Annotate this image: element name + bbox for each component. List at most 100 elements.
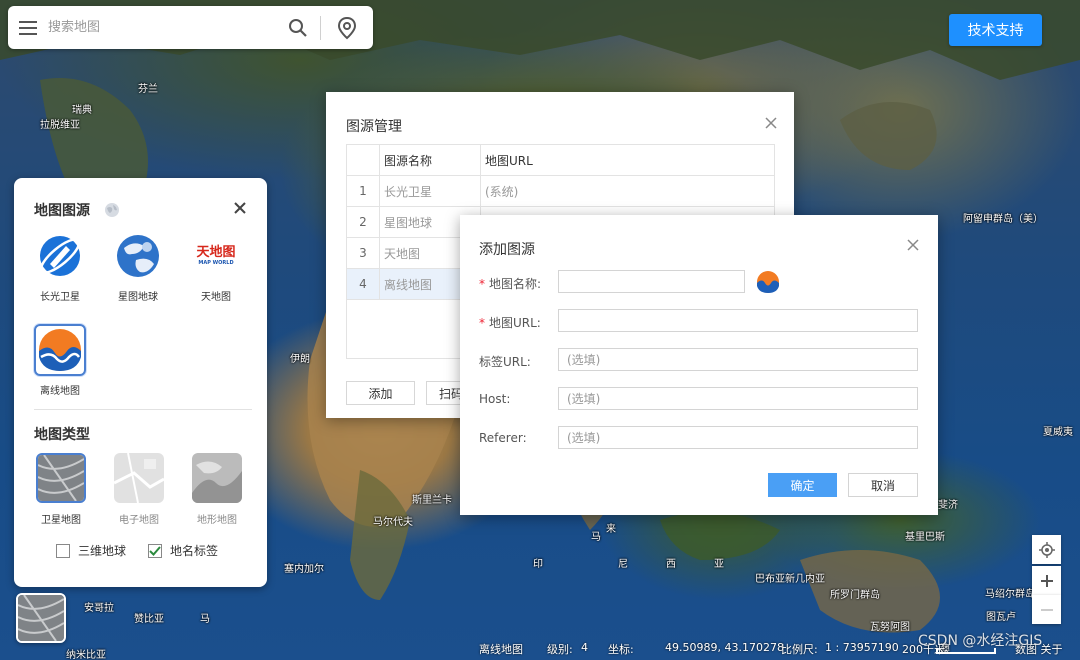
field-label-name: * 地图名称: (479, 275, 541, 292)
close-icon[interactable] (764, 116, 778, 130)
status-scale-label: 比例尺: (781, 643, 818, 656)
map-name-input[interactable] (558, 270, 745, 293)
locate-button[interactable] (1032, 535, 1061, 564)
tianditu-logo-subtext: MAP WORLD (198, 260, 234, 266)
map-label: 夏威夷 (1043, 427, 1073, 438)
map-label: 尼 (618, 559, 628, 570)
host-input[interactable] (558, 387, 918, 410)
check-icon (149, 545, 161, 556)
map-source-panel: 地图图源 长光卫星 星图地球 天地图 MAP WORLD 天地图 离线地图 地图… (14, 178, 267, 587)
map-label: 所罗门群岛 (830, 590, 880, 601)
map-label: 阿留申群岛（美） (963, 214, 1043, 225)
map-url-input[interactable] (558, 309, 918, 332)
map-label: 纳米比亚 (66, 650, 106, 660)
map-label: 安哥拉 (84, 603, 114, 614)
row-name: 长光卫星 (379, 175, 481, 207)
watermark: CSDN @水经注GIS (918, 633, 1043, 649)
row-index: 3 (346, 237, 380, 269)
map-label: 马 (200, 614, 210, 625)
menu-button[interactable] (8, 6, 48, 49)
type-label: 卫星地图 (41, 515, 81, 526)
checkbox-label: 三维地球 (78, 544, 127, 558)
satellite-icon (34, 230, 86, 282)
tianditu-logo: 天地图 MAP WORLD (190, 230, 242, 282)
search-bar (8, 6, 373, 49)
map-label: 马绍尔群岛 (985, 589, 1035, 600)
required-mark: * (479, 316, 485, 330)
panel-title: 地图图源 (34, 203, 90, 219)
close-icon[interactable] (906, 238, 920, 252)
3d-globe-checkbox[interactable]: 三维地球 (56, 542, 126, 559)
map-label: 巴布亚新几内亚 (755, 574, 825, 585)
table-header: 图源名称 地图URL (346, 144, 775, 176)
globe-icon (105, 203, 119, 217)
source-tile-offline[interactable]: 离线地图 (32, 324, 88, 397)
cancel-button[interactable]: 取消 (848, 473, 918, 497)
map-type-title: 地图类型 (34, 427, 90, 443)
checkbox-label: 地名标签 (170, 544, 219, 558)
source-tile-tianditu[interactable]: 天地图 MAP WORLD 天地图 (188, 230, 244, 303)
satellite-thumb (18, 595, 64, 641)
map-label: 图瓦卢 (986, 612, 1016, 623)
close-icon[interactable] (232, 200, 248, 216)
hamburger-icon (19, 20, 37, 35)
map-label: 来 (606, 524, 616, 535)
table-row[interactable]: 1 长光卫星 (系统) (346, 175, 775, 207)
source-label: 长光卫星 (40, 292, 80, 303)
referer-input[interactable] (558, 426, 918, 449)
source-tile-changguang[interactable]: 长光卫星 (32, 230, 88, 303)
offline-map-icon[interactable] (756, 270, 780, 294)
map-label: 亚 (714, 559, 724, 570)
status-level: 4 (581, 641, 588, 654)
checkbox-unchecked[interactable] (56, 543, 70, 558)
field-label-referer: Referer: (479, 431, 527, 445)
place-label-checkbox[interactable]: 地名标签 (148, 542, 218, 559)
location-pin-icon (337, 16, 357, 39)
type-label: 电子地图 (119, 515, 159, 526)
map-label: 马尔代夫 (373, 517, 413, 528)
type-tile-satellite[interactable]: 卫星地图 (31, 453, 91, 526)
column-header: 图源名称 (379, 144, 481, 176)
search-button[interactable] (276, 6, 320, 49)
label-url-input[interactable] (558, 348, 918, 371)
map-label: 瓦努阿图 (870, 622, 910, 633)
confirm-button[interactable]: 确定 (768, 473, 837, 497)
type-tile-electronic[interactable]: 电子地图 (109, 453, 169, 526)
zoom-in-button[interactable] (1032, 566, 1061, 595)
type-label: 地形地图 (197, 515, 237, 526)
earth-icon (112, 230, 164, 282)
source-tile-xingtu[interactable]: 星图地球 (110, 230, 166, 303)
map-label: 赞比亚 (134, 614, 164, 625)
tech-support-button[interactable]: 技术支持 (949, 14, 1042, 46)
add-source-dialog: 添加图源 * 地图名称: * 地图URL: 标签URL: Host: Referer… (460, 215, 938, 515)
row-index: 1 (346, 175, 380, 207)
map-label: 马 (591, 532, 601, 543)
field-label-text: 地图URL: (489, 316, 541, 330)
field-label-label-url: 标签URL: (479, 355, 531, 369)
crosshair-icon (1038, 541, 1055, 558)
tianditu-logo-text: 天地图 (196, 245, 236, 260)
layer-switch-thumbnail[interactable] (16, 593, 66, 643)
location-button[interactable] (321, 6, 373, 49)
zoom-out-button[interactable] (1032, 595, 1061, 624)
field-label-host: Host: (479, 392, 511, 406)
column-header: 地图URL (480, 144, 775, 176)
source-label: 星图地球 (118, 292, 158, 303)
minus-icon (1040, 608, 1053, 611)
field-label-url: * 地图URL: (479, 314, 541, 331)
status-coord-label: 坐标: (608, 643, 634, 656)
offline-map-icon (34, 324, 86, 376)
add-source-button[interactable]: 添加 (346, 381, 415, 405)
search-input[interactable] (48, 12, 276, 43)
status-scale: 1 : 73957190 (825, 641, 899, 654)
checkbox-checked[interactable] (148, 543, 162, 558)
type-tile-terrain[interactable]: 地形地图 (187, 453, 247, 526)
dialog-title: 添加图源 (479, 242, 535, 258)
row-url: (系统) (480, 175, 775, 207)
source-label: 天地图 (201, 292, 231, 303)
column-header-index (346, 144, 380, 176)
map-label: 伊朗 (290, 354, 310, 365)
source-label: 离线地图 (40, 386, 80, 397)
plus-icon (1040, 574, 1053, 587)
required-mark: * (479, 277, 485, 291)
